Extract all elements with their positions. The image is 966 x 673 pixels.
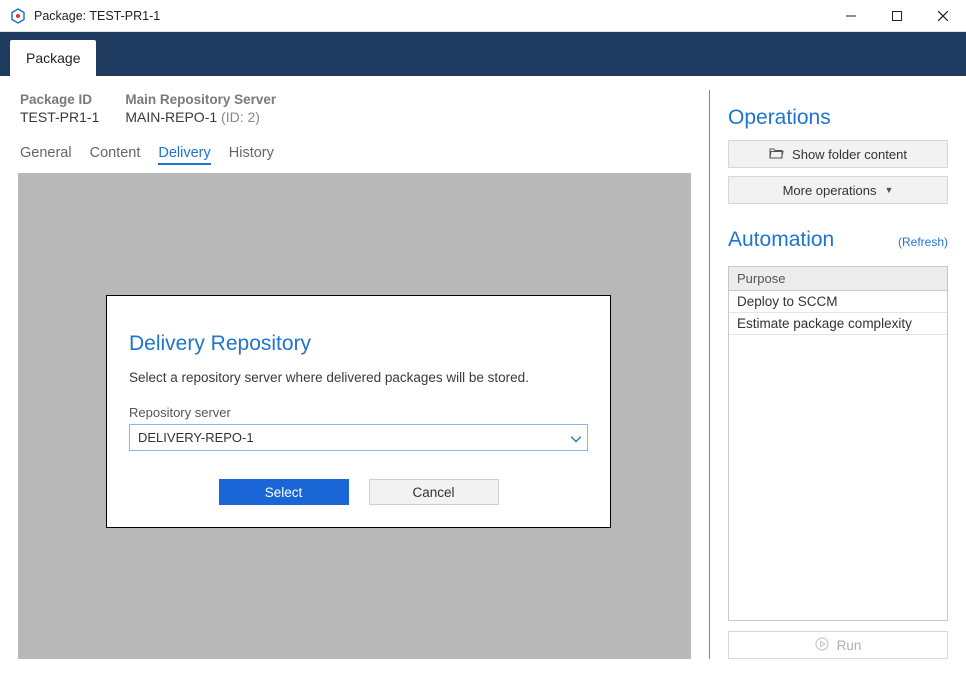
show-folder-content-button[interactable]: Show folder content <box>728 140 948 168</box>
select-button[interactable]: Select <box>219 479 349 505</box>
subtab-history[interactable]: History <box>229 145 274 165</box>
repository-server-select[interactable]: DELIVERY-REPO-1 <box>129 424 588 451</box>
automation-row[interactable]: Estimate package complexity <box>729 313 947 335</box>
automation-heading: Automation <box>728 228 834 252</box>
automation-row[interactable]: Deploy to SCCM <box>729 291 947 313</box>
delivery-repository-dialog: Delivery Repository Select a repository … <box>106 295 611 528</box>
main-tab-strip: Package <box>0 32 966 76</box>
operations-heading: Operations <box>728 106 948 130</box>
subtab-strip: General Content Delivery History <box>18 131 691 171</box>
more-operations-label: More operations <box>783 183 877 198</box>
folder-open-icon <box>769 147 784 162</box>
repo-sub: (ID: 2) <box>221 109 260 125</box>
subtab-content[interactable]: Content <box>90 145 141 165</box>
refresh-link[interactable]: (Refresh) <box>898 235 948 249</box>
package-id-value: TEST-PR1-1 <box>20 109 99 125</box>
dialog-description: Select a repository server where deliver… <box>129 370 588 385</box>
run-label: Run <box>837 638 862 653</box>
vertical-separator <box>709 90 710 659</box>
repository-server-label: Repository server <box>129 405 588 420</box>
subtab-delivery[interactable]: Delivery <box>158 145 210 165</box>
more-operations-button[interactable]: More operations ▼ <box>728 176 948 204</box>
content-stage: Delivery Repository Select a repository … <box>18 173 691 659</box>
cancel-button[interactable]: Cancel <box>369 479 499 505</box>
maximize-button[interactable] <box>874 0 920 31</box>
minimize-button[interactable] <box>828 0 874 31</box>
automation-grid-header: Purpose <box>729 267 947 291</box>
show-folder-label: Show folder content <box>792 147 907 162</box>
play-icon <box>815 637 829 654</box>
tab-package[interactable]: Package <box>10 40 96 76</box>
repo-label: Main Repository Server <box>125 92 276 107</box>
chevron-down-icon <box>571 430 581 445</box>
automation-grid: Purpose Deploy to SCCM Estimate package … <box>728 266 948 621</box>
close-button[interactable] <box>920 0 966 31</box>
repo-value: MAIN-REPO-1 (ID: 2) <box>125 109 276 125</box>
repo-name: MAIN-REPO-1 <box>125 109 217 125</box>
app-icon <box>10 8 26 24</box>
package-header: Package ID TEST-PR1-1 Main Repository Se… <box>18 90 691 131</box>
window-title: Package: TEST-PR1-1 <box>34 9 828 23</box>
dialog-title: Delivery Repository <box>129 332 588 356</box>
window-titlebar: Package: TEST-PR1-1 <box>0 0 966 32</box>
run-button[interactable]: Run <box>728 631 948 659</box>
package-id-label: Package ID <box>20 92 99 107</box>
subtab-general[interactable]: General <box>20 145 72 165</box>
triangle-down-icon: ▼ <box>885 185 894 195</box>
select-value: DELIVERY-REPO-1 <box>138 430 254 445</box>
